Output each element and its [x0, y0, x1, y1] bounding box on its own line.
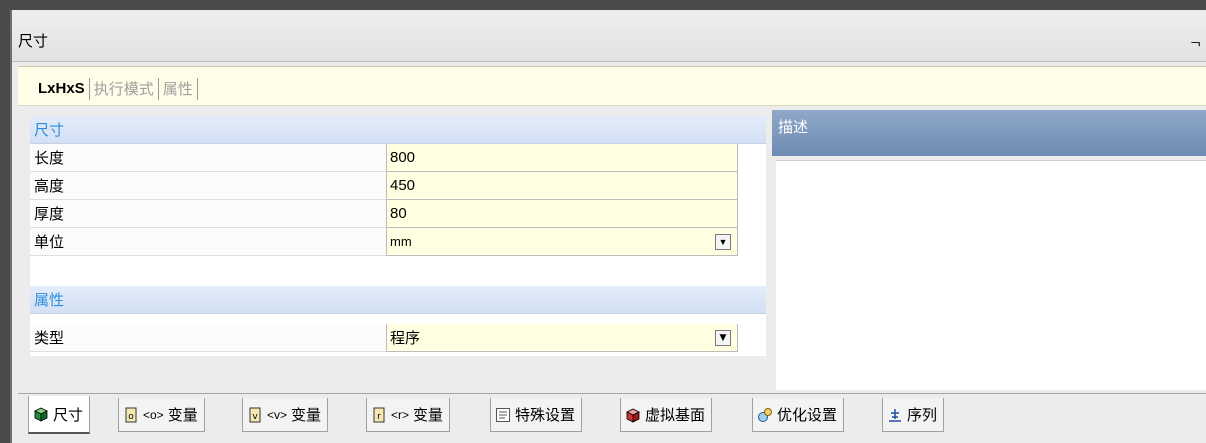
tab-label: 变量 — [291, 406, 322, 424]
type-select[interactable]: 程序 ▼ — [386, 324, 738, 352]
tab-virtual-base[interactable]: 虚拟基面 — [620, 398, 713, 432]
grid-empty-area — [30, 356, 766, 391]
variable-o-icon: o — [125, 407, 137, 422]
section-dimensions[interactable]: 尺寸 — [30, 116, 766, 144]
type-select-value: 程序 — [390, 329, 421, 347]
pin-icon[interactable]: ᆨ — [1189, 30, 1202, 50]
length-field[interactable]: 800 — [386, 144, 738, 172]
tab-prefix: <o> — [143, 407, 164, 422]
variable-v-icon: v — [249, 407, 261, 422]
section-attributes[interactable]: 属性 — [30, 286, 766, 314]
tab-label: 序列 — [907, 406, 938, 424]
tab-execution-mode[interactable]: 执行模式 — [90, 78, 159, 100]
tab-dimensions[interactable]: 尺寸 — [28, 396, 91, 434]
row-label: 单位 — [30, 228, 386, 256]
panel-titlebar — [12, 20, 1206, 62]
tab-label: 尺寸 — [53, 405, 84, 424]
row-label: 长度 — [30, 144, 386, 172]
description-area — [776, 160, 1206, 390]
svg-text:v: v — [252, 412, 258, 422]
tab-optimization[interactable]: 优化设置 — [752, 398, 845, 432]
svg-text:r: r — [377, 412, 381, 422]
tab-sequence[interactable]: 序列 — [882, 398, 945, 432]
tab-label: 变量 — [167, 406, 198, 424]
chevron-down-icon[interactable]: ▼ — [715, 234, 731, 250]
row-label: 厚度 — [30, 200, 386, 228]
unit-select-value: mm — [390, 234, 412, 249]
variable-r-icon: r — [373, 407, 385, 422]
cube-green-icon — [34, 407, 48, 422]
tab-label: 虚拟基面 — [645, 406, 706, 424]
optimize-icon — [758, 407, 772, 422]
tab-prefix: <r> — [391, 407, 410, 422]
row-type: 类型 程序 ▼ — [30, 324, 738, 352]
tab-variables-r[interactable]: r <r> 变量 — [366, 398, 451, 432]
panel-title: 尺寸 — [18, 32, 49, 50]
chevron-down-icon[interactable]: ▼ — [715, 330, 731, 346]
settings-list-icon — [496, 407, 510, 422]
description-header: 描述 — [772, 110, 1206, 156]
svg-text:o: o — [128, 412, 134, 422]
row-label: 高度 — [30, 172, 386, 200]
row-length: 长度 800 — [30, 144, 738, 172]
tab-label: 变量 — [413, 406, 444, 424]
thickness-field[interactable]: 80 — [386, 200, 738, 228]
row-label: 类型 — [30, 324, 386, 352]
sequence-icon — [889, 408, 901, 422]
height-field[interactable]: 450 — [386, 172, 738, 200]
tab-prefix: <v> — [267, 407, 288, 422]
top-tabs: LxHxS 执行模式 属性 — [38, 75, 198, 103]
unit-select[interactable]: mm ▼ — [386, 228, 738, 256]
tab-label: 特殊设置 — [515, 406, 576, 424]
tab-lxhxs[interactable]: LxHxS — [38, 78, 90, 100]
row-unit: 单位 mm ▼ — [30, 228, 738, 256]
tab-variables-o[interactable]: o <o> 变量 — [118, 398, 205, 432]
tab-label: 优化设置 — [777, 406, 838, 424]
tab-attributes[interactable]: 属性 — [159, 78, 198, 100]
cube-red-icon — [626, 408, 640, 423]
row-thickness: 厚度 80 — [30, 200, 738, 228]
row-height: 高度 450 — [30, 172, 738, 200]
tab-variables-v[interactable]: v <v> 变量 — [242, 398, 329, 432]
tab-special-settings[interactable]: 特殊设置 — [490, 398, 583, 432]
